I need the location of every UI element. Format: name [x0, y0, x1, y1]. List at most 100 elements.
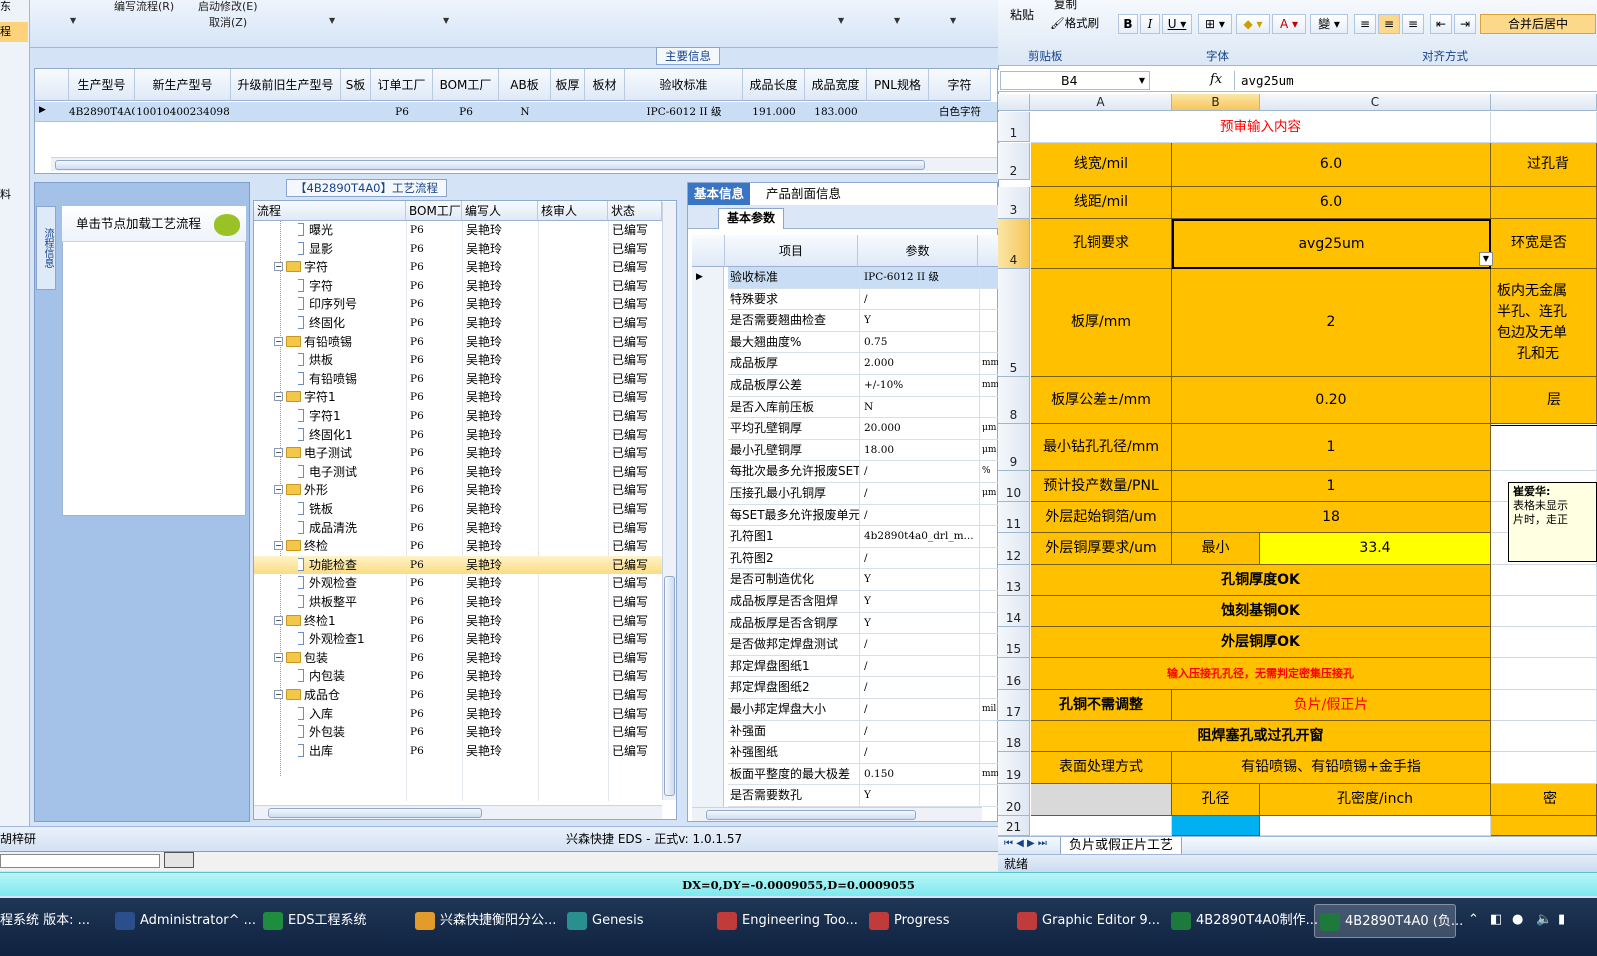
info-item-value[interactable]: /	[862, 634, 980, 655]
table-row[interactable]: 外观检查 P6 吴艳玲 已编写	[254, 574, 662, 593]
table-row[interactable]: 电子测试 P6 吴艳玲 已编写	[254, 463, 662, 482]
vertical-scrollbar[interactable]	[662, 202, 676, 800]
chevron-up-icon[interactable]: ⌃	[1468, 912, 1479, 927]
grid-column-header[interactable]: 新生产型号	[135, 69, 231, 101]
info-item-value[interactable]: 20.000	[862, 418, 980, 439]
decrease-indent-icon[interactable]: ⇤	[1430, 14, 1452, 34]
sheet-cell[interactable]	[1491, 690, 1597, 721]
network-icon[interactable]: ◧	[1490, 912, 1502, 927]
sheet-cell[interactable]: 外层铜厚OK	[1031, 627, 1491, 658]
sheet-cell[interactable]: 6.0	[1172, 143, 1491, 187]
tree-node[interactable]: − 字符1	[274, 388, 404, 407]
paste-button[interactable]: 粘贴	[1010, 6, 1034, 23]
italic-button[interactable]: I	[1140, 14, 1160, 34]
taskbar-button[interactable]: Engineering Too...	[712, 904, 858, 938]
sheet-cell[interactable]	[1260, 816, 1491, 836]
info-item-value[interactable]: IPC-6012 II 级	[862, 267, 980, 288]
sheet-cell[interactable]: 负片/假正片	[1172, 690, 1491, 721]
info-item-value[interactable]: /	[862, 547, 980, 569]
table-row[interactable]: 每批次最多允许报废SET /%	[728, 461, 999, 483]
tree-node[interactable]: 终固化1	[298, 426, 428, 445]
collapse-icon[interactable]: −	[274, 485, 283, 495]
sheet-cell[interactable]	[1491, 112, 1597, 143]
table-row[interactable]: 功能检查 P6 吴艳玲 已编写	[254, 555, 662, 575]
sheet-cell[interactable]	[1491, 424, 1597, 471]
table-row[interactable]: 曝光 P6 吴艳玲 已编写	[254, 221, 662, 240]
collapse-icon[interactable]: −	[274, 652, 283, 662]
table-row[interactable]: 最大翘曲度% 0.75	[728, 331, 999, 354]
info-item-value[interactable]: /	[862, 720, 980, 742]
tree-node[interactable]: 功能检查	[298, 556, 428, 575]
table-row[interactable]: 是否做邦定焊盘测试 /	[728, 634, 999, 656]
row-header[interactable]: 14	[998, 596, 1030, 627]
table-row[interactable]: 孔符图1 4b2890t4a0_drl_m...	[728, 526, 999, 548]
sheet-tab[interactable]: 负片或假正片工艺	[1060, 837, 1183, 855]
sheet-cell[interactable]	[1172, 816, 1260, 836]
table-row[interactable]: − 电子测试 P6 吴艳玲 已编写	[254, 444, 662, 463]
table-row[interactable]: 字符 P6 吴艳玲 已编写	[254, 277, 662, 296]
left-nav-item[interactable]: 料	[0, 186, 11, 202]
grid-column-header[interactable]: BOM工厂	[433, 69, 499, 101]
table-row[interactable]: 是否可制造优化 Y	[728, 569, 999, 591]
power-icon[interactable]: ▮	[1558, 912, 1565, 927]
sheet-cell[interactable]	[1491, 816, 1597, 836]
sheet-cell[interactable]: 外层铜厚要求/um	[1031, 533, 1172, 565]
row-header[interactable]: 9	[998, 424, 1030, 471]
tree-node[interactable]: 字符	[298, 277, 428, 296]
tree-node[interactable]: 曝光	[298, 221, 428, 240]
sheet-cell[interactable]: 过孔背	[1491, 143, 1597, 187]
taskbar-button[interactable]: EDS工程系统	[258, 904, 396, 938]
table-row[interactable]: 验收标准 IPC-6012 II 级	[728, 267, 999, 289]
col-header-d[interactable]	[1491, 94, 1597, 111]
left-nav-item[interactable]: 东	[0, 0, 11, 14]
scroll-thumb[interactable]	[268, 808, 482, 818]
row-header[interactable]: 5	[998, 269, 1030, 377]
merge-center-button[interactable]: 合并后居中	[1480, 14, 1596, 34]
sheet-cell[interactable]: 线宽/mil	[1031, 143, 1172, 187]
table-row[interactable]: 补强图纸 /	[728, 742, 999, 764]
grid-column-header[interactable]: 成品宽度	[805, 69, 867, 101]
info-item-value[interactable]: N	[862, 396, 980, 418]
table-row[interactable]: ▶ 4B2890T4A0 10010400234098 P6 P6 N IPC-6012 …	[35, 102, 997, 122]
tree-node[interactable]: 烘板	[298, 351, 428, 370]
sheet-cell[interactable]: 最小	[1172, 533, 1260, 565]
grid-column-header[interactable]: 验收标准	[625, 69, 743, 101]
info-item-value[interactable]: 0.75	[862, 331, 980, 353]
table-row[interactable]: 有铅喷锡 P6 吴艳玲 已编写	[254, 370, 662, 389]
row-header[interactable]: 13	[998, 565, 1030, 596]
tree-node[interactable]: − 终检1	[274, 612, 404, 631]
taskbar-button[interactable]: 兴森快捷衡阳分公...	[410, 904, 556, 938]
scroll-thumb[interactable]	[55, 160, 925, 170]
tree-node[interactable]: 电子测试	[298, 463, 428, 482]
sheet-cell[interactable]: 有铅喷锡、有铅喷锡+金手指	[1172, 752, 1491, 784]
grid-column-header[interactable]: 生产型号	[69, 69, 135, 101]
table-row[interactable]: − 字符 P6 吴艳玲 已编写	[254, 258, 662, 277]
sheet-cell[interactable]: 33.4	[1260, 533, 1491, 565]
tray-app-icon[interactable]: ●	[1512, 912, 1523, 927]
table-row[interactable]: 最小邦定焊盘大小 / mil	[728, 699, 999, 721]
tree-node[interactable]: 有铅喷锡	[298, 370, 428, 389]
grid-column-header[interactable]: AB板	[499, 69, 551, 101]
collapse-icon[interactable]: −	[274, 690, 283, 699]
row-header[interactable]: 11	[998, 502, 1030, 533]
tree-node[interactable]: − 包装	[274, 649, 404, 668]
sheet-cell[interactable]: 最小钻孔孔径/mm	[1031, 424, 1172, 471]
info-item-value[interactable]: /	[862, 288, 980, 310]
tab-product-profile[interactable]: 产品剖面信息	[760, 183, 847, 205]
info-item-value[interactable]: 4b2890t4a0_drl_m...	[862, 526, 980, 547]
tree-node[interactable]: 外观检查	[298, 574, 428, 593]
tree-node[interactable]: 入库	[298, 705, 428, 724]
table-row[interactable]: 成品板厚公差 +/-10% mm	[728, 375, 999, 397]
table-row[interactable]: − 有铅喷锡 P6 吴艳玲 已编写	[254, 333, 662, 352]
info-item-value[interactable]: Y	[862, 310, 980, 331]
scroll-thumb[interactable]	[706, 810, 916, 820]
col-header-c[interactable]: C	[1260, 94, 1491, 111]
sheet-cell[interactable]: 孔密度/inch	[1260, 784, 1491, 816]
table-row[interactable]: 铣板 P6 吴艳玲 已编写	[254, 500, 662, 519]
taskbar-button[interactable]: 程系统 版本: ...	[0, 904, 90, 938]
tree-node[interactable]: 外观检查1	[298, 630, 428, 649]
row-header[interactable]: 16	[998, 658, 1030, 690]
table-row[interactable]: 烘板 P6 吴艳玲 已编写	[254, 351, 662, 370]
row-header[interactable]: 17	[998, 690, 1030, 721]
copy-button[interactable]: 复制	[1054, 0, 1077, 12]
